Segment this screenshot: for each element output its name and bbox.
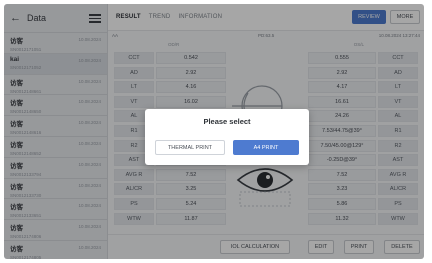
dialog-title: Please select [203,117,251,126]
thermal-print-button[interactable]: THERMAL PRINT [155,140,225,155]
device-frame: ← Data 访客 SN0012171051 10.08.2024 kai SN… [0,0,432,263]
app-screen: ← Data 访客 SN0012171051 10.08.2024 kai SN… [4,4,424,259]
print-select-dialog: Please select THERMAL PRINT A4 PRINT [145,109,309,165]
a4-print-button[interactable]: A4 PRINT [233,140,299,155]
